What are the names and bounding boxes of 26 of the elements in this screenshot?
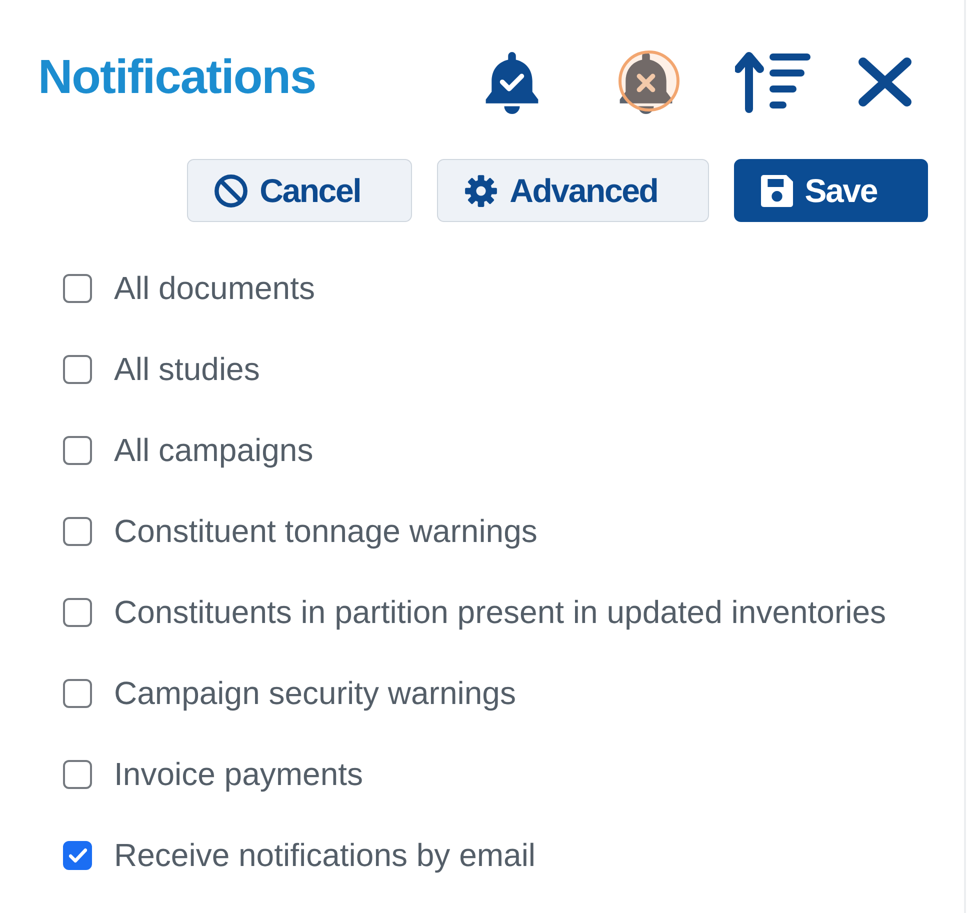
checkbox[interactable] [63, 760, 92, 789]
checkbox-label[interactable]: All documents [114, 269, 315, 308]
checkbox-label[interactable]: All studies [114, 350, 260, 389]
checkbox[interactable] [63, 598, 92, 627]
checkbox[interactable] [63, 274, 92, 303]
close-button[interactable] [857, 57, 913, 107]
panel-title: Notifications [38, 54, 316, 102]
checkbox[interactable] [63, 436, 92, 465]
cancel-button[interactable]: Cancel [186, 159, 412, 222]
checkbox-label[interactable]: Constituents in partition present in updated inventories [114, 593, 886, 632]
click-highlight-icon [618, 50, 680, 112]
gear-icon [464, 174, 498, 208]
check-icon [68, 848, 86, 863]
advanced-button[interactable]: Advanced [436, 159, 709, 222]
checkbox[interactable] [63, 841, 92, 870]
checkbox-label[interactable]: All campaigns [114, 431, 314, 470]
checkbox-label[interactable]: Receive notifications by email [114, 836, 536, 875]
save-button[interactable]: Save [734, 159, 928, 222]
checkbox-label[interactable]: Constituent tonnage warnings [114, 512, 538, 551]
ban-icon [214, 174, 248, 208]
checkbox-label[interactable]: Campaign security warnings [114, 674, 516, 713]
sort-icon[interactable] [735, 50, 811, 114]
checkbox-label[interactable]: Invoice payments [114, 755, 364, 794]
checkbox[interactable] [63, 517, 92, 546]
checkbox[interactable] [63, 355, 92, 384]
checkbox[interactable] [63, 679, 92, 708]
